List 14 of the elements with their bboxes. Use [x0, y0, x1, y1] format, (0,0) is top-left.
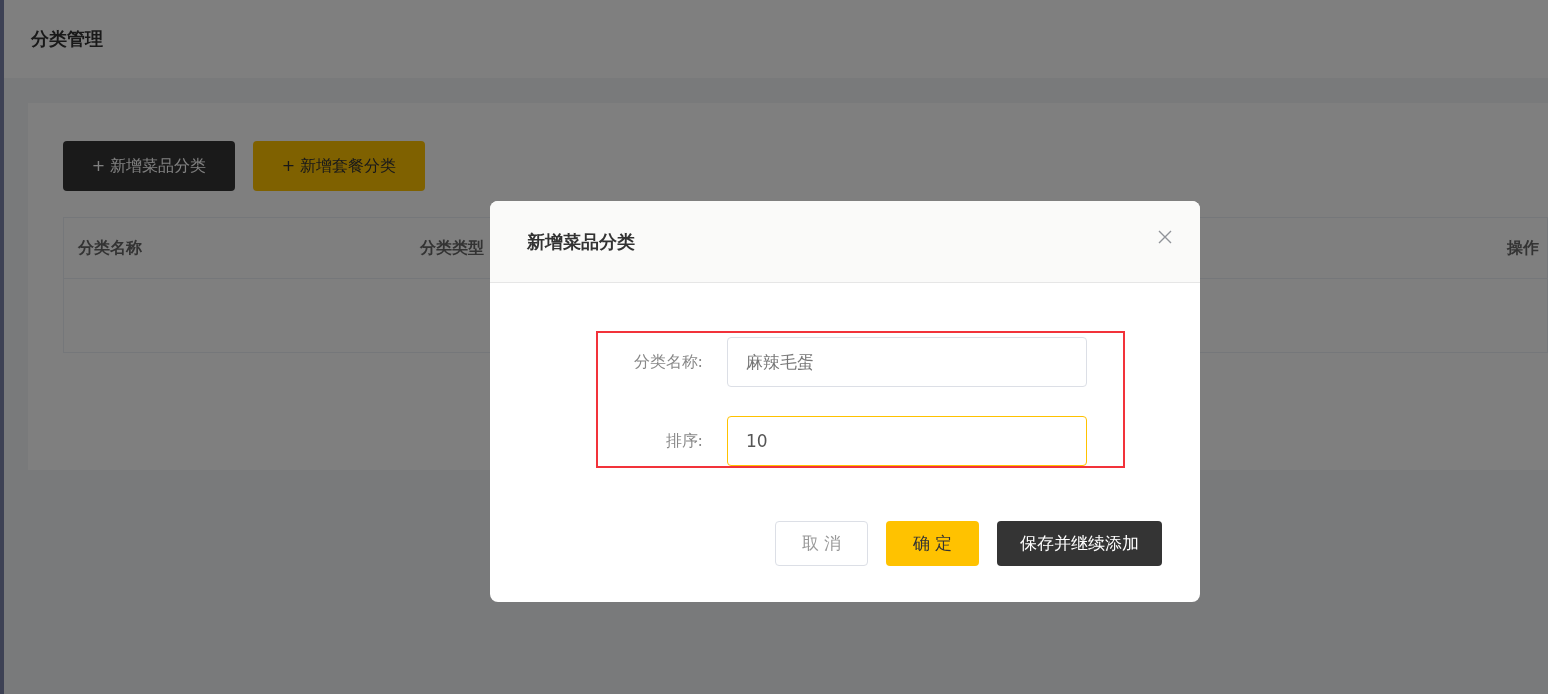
- close-icon[interactable]: [1158, 229, 1172, 244]
- column-header: 分类名称: [78, 237, 142, 259]
- dialog-button[interactable]: 取 消: [775, 521, 868, 566]
- dialog-button[interactable]: 保存并继续添加: [997, 521, 1162, 566]
- dialog-title: 新增菜品分类: [527, 229, 635, 254]
- field-label: 排序:: [664, 430, 703, 452]
- add-category-button[interactable]: + 新增菜品分类: [63, 141, 235, 191]
- field-label: 分类名称:: [632, 351, 703, 373]
- page-title: 分类管理: [31, 27, 103, 51]
- column-header: 操作: [1507, 237, 1539, 259]
- dialog-button[interactable]: 确 定: [886, 521, 979, 566]
- column-header: 分类类型: [420, 237, 484, 259]
- add-category-button[interactable]: + 新增套餐分类: [253, 141, 425, 191]
- input-field[interactable]: 麻辣毛蛋: [727, 337, 1087, 387]
